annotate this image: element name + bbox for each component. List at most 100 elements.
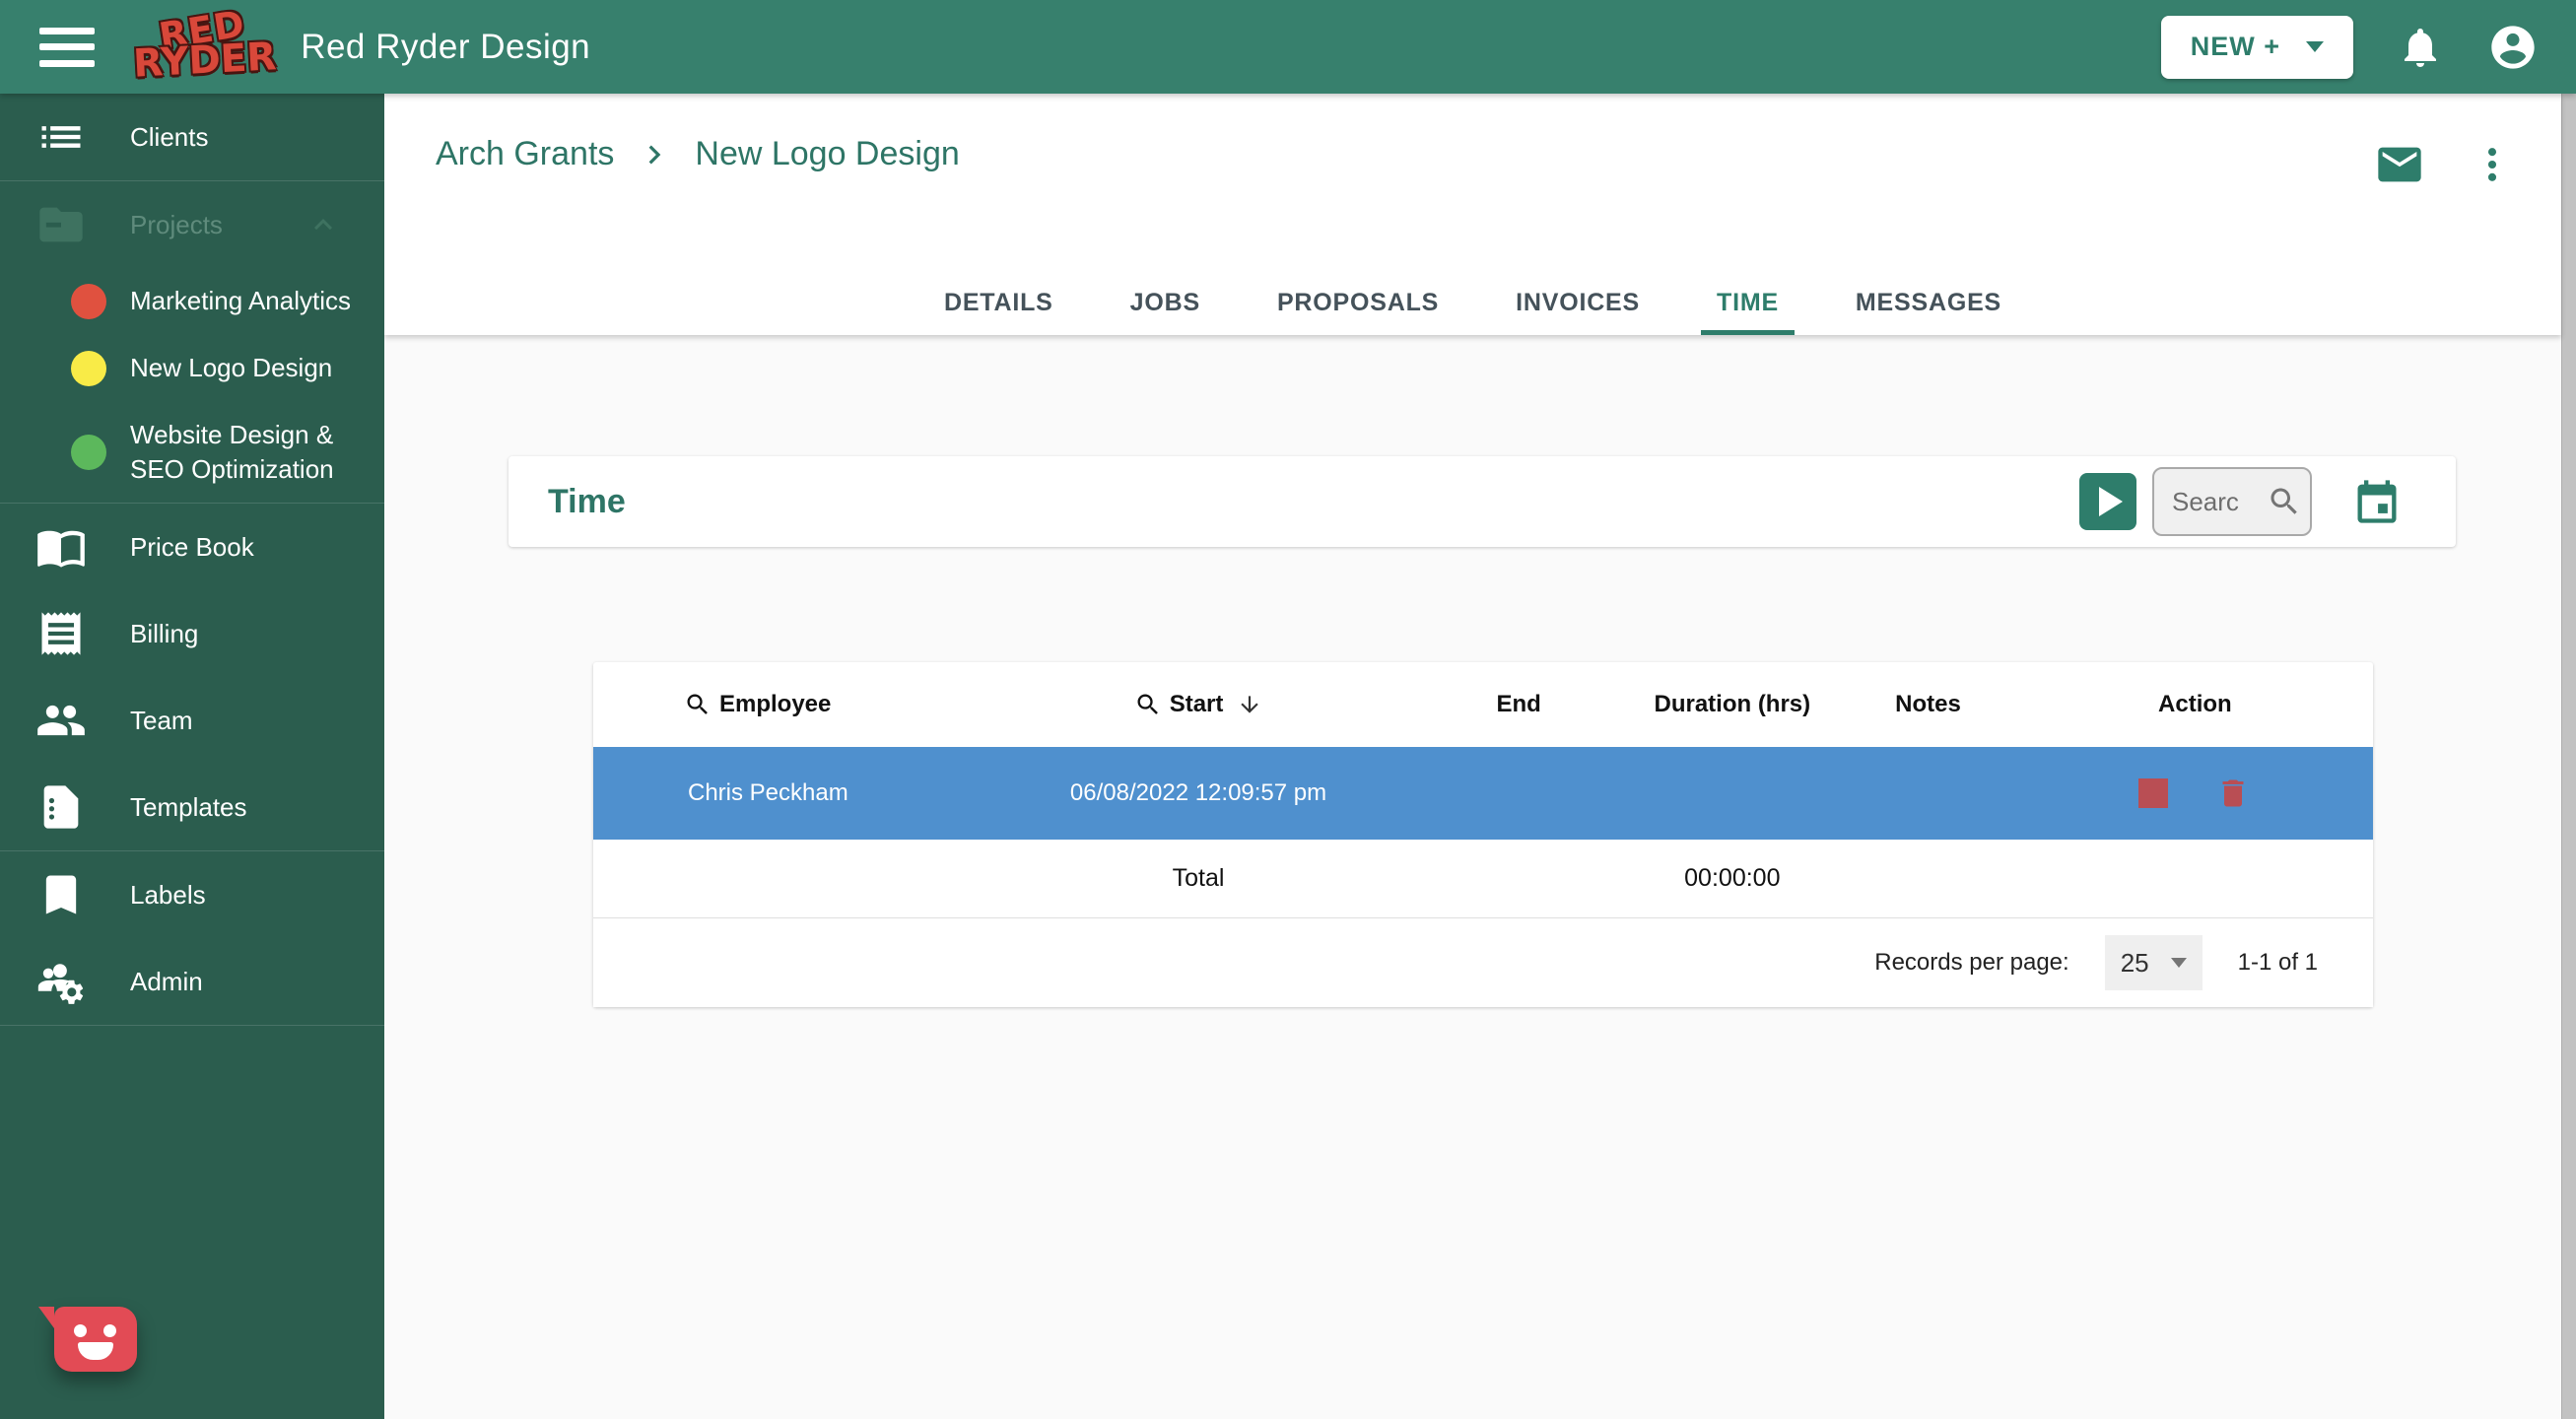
tab-details[interactable]: DETAILS (928, 274, 1069, 335)
start-timer-play-button[interactable] (2079, 473, 2136, 530)
pagination-bar: Records per page: 25 1-1 of 1 (593, 918, 2373, 1007)
sidebar-divider (0, 1025, 384, 1026)
time-card-actions (2079, 467, 2403, 536)
calendar-button[interactable] (2351, 476, 2403, 527)
folder-icon (35, 199, 87, 250)
time-card: Time (508, 456, 2456, 547)
tab-content: Time (384, 335, 2561, 1419)
bookmark-icon (35, 869, 87, 920)
tab-proposals[interactable]: PROPOSALS (1261, 274, 1455, 335)
sidebar-item-clients[interactable]: Clients (0, 94, 384, 180)
records-per-page-label: Records per page: (1874, 949, 2068, 977)
breadcrumb: Arch Grants New Logo Design (436, 135, 960, 173)
search-icon (684, 691, 712, 718)
table-total-row: Total 00:00:00 (593, 840, 2373, 918)
cell-employee: Chris Peckham (593, 779, 984, 807)
new-button-label: NEW + (2191, 32, 2280, 62)
time-entries-table: Employee Start End Duration (hrs) Notes (593, 662, 2373, 1007)
total-label: Total (984, 864, 1411, 893)
records-per-page-value: 25 (2121, 948, 2149, 979)
sidebar-project-marketing-analytics[interactable]: Marketing Analytics (0, 268, 384, 335)
project-status-dot (71, 351, 106, 386)
sidebar-item-admin[interactable]: Admin (0, 938, 384, 1025)
app-title: Red Ryder Design (301, 28, 590, 67)
sidebar-item-label: Price Book (130, 532, 254, 563)
calendar-icon (2351, 476, 2403, 527)
menu-icon[interactable] (39, 28, 95, 67)
tab-time[interactable]: TIME (1701, 274, 1795, 335)
main-area: Arch Grants New Logo Design DETAILS JOBS… (384, 94, 2561, 1419)
sidebar-item-billing[interactable]: Billing (0, 590, 384, 677)
search-icon (2267, 484, 2302, 519)
chevron-up-icon (305, 207, 357, 242)
sidebar-project-website-seo[interactable]: Website Design & SEO Optimization (0, 402, 384, 503)
stop-timer-icon[interactable] (2138, 778, 2168, 808)
sidebar-item-price-book[interactable]: Price Book (0, 504, 384, 590)
sort-descending-arrow-icon (1237, 692, 1262, 717)
project-status-dot (71, 435, 106, 470)
more-vert-kebab-icon[interactable] (2471, 143, 2514, 186)
new-button[interactable]: NEW + (2161, 16, 2353, 79)
breadcrumb-parent-link[interactable]: Arch Grants (436, 135, 614, 173)
people-icon (35, 695, 87, 746)
book-icon (35, 521, 87, 573)
sidebar-item-label: Labels (130, 880, 206, 911)
pagination-range: 1-1 of 1 (2238, 949, 2318, 977)
records-per-page-select[interactable]: 25 (2105, 935, 2203, 990)
column-header-duration: Duration (hrs) (1625, 691, 1839, 718)
notifications-bell-icon[interactable] (2397, 24, 2444, 71)
column-header-label: Employee (719, 691, 831, 718)
chat-smiley-eye (74, 1324, 87, 1337)
sidebar-item-labels[interactable]: Labels (0, 851, 384, 938)
table-header-row: Employee Start End Duration (hrs) Notes (593, 662, 2373, 747)
tab-jobs[interactable]: JOBS (1115, 274, 1216, 335)
search-icon (1134, 691, 1162, 718)
chevron-down-icon (2306, 41, 2324, 52)
sidebar-item-label: Clients (130, 122, 208, 153)
header-actions (2374, 139, 2514, 190)
sidebar-item-templates[interactable]: Templates (0, 764, 384, 850)
column-header-end: End (1412, 691, 1626, 718)
account-avatar-icon[interactable] (2487, 22, 2539, 73)
topbar: RED RYDER Red Ryder Design NEW + (0, 0, 2576, 94)
tab-messages[interactable]: MESSAGES (1840, 274, 2017, 335)
template-file-icon (35, 781, 87, 833)
table-row[interactable]: Chris Peckham 06/08/2022 12:09:57 pm (593, 747, 2373, 840)
project-status-dot (71, 284, 106, 319)
chat-support-widget[interactable] (54, 1307, 137, 1372)
chat-smiley-eye (103, 1324, 116, 1337)
sidebar-item-team[interactable]: Team (0, 677, 384, 764)
delete-trash-icon[interactable] (2215, 776, 2251, 811)
page-header: Arch Grants New Logo Design DETAILS JOBS… (384, 94, 2561, 335)
column-header-action: Action (2017, 691, 2373, 718)
sidebar-item-label: Team (130, 706, 193, 736)
chevron-right-icon (636, 136, 673, 173)
sidebar-item-label: Templates (130, 792, 247, 823)
column-header-employee[interactable]: Employee (593, 691, 984, 718)
topbar-actions: NEW + (2161, 16, 2539, 79)
column-header-start[interactable]: Start (984, 691, 1411, 718)
play-icon (2099, 487, 2123, 516)
sidebar-section-projects[interactable]: Projects (0, 181, 384, 268)
logo-line2: RYDER (133, 42, 278, 82)
time-card-title: Time (548, 483, 626, 521)
projects-header-label: Projects (130, 210, 223, 240)
cell-start: 06/08/2022 12:09:57 pm (984, 779, 1411, 807)
breadcrumb-current: New Logo Design (695, 135, 959, 173)
sidebar-item-label: Billing (130, 619, 198, 649)
project-label: Website Design & SEO Optimization (130, 418, 365, 487)
red-ryder-logo: RED RYDER (130, 10, 278, 84)
scrollbar-thumb[interactable] (2561, 94, 2576, 1419)
total-duration-value: 00:00:00 (1625, 864, 1839, 893)
project-label: New Logo Design (130, 351, 332, 385)
page-scrollbar[interactable] (2561, 94, 2576, 1419)
project-label: Marketing Analytics (130, 284, 351, 318)
tab-invoices[interactable]: INVOICES (1500, 274, 1656, 335)
tab-bar: DETAILS JOBS PROPOSALS INVOICES TIME MES… (384, 274, 2561, 335)
mail-icon[interactable] (2374, 139, 2425, 190)
admin-people-gear-icon (35, 956, 87, 1007)
sidebar-project-new-logo-design[interactable]: New Logo Design (0, 335, 384, 402)
chat-smiley-mouth (78, 1342, 113, 1360)
receipt-icon (35, 608, 87, 659)
list-icon (35, 111, 87, 163)
